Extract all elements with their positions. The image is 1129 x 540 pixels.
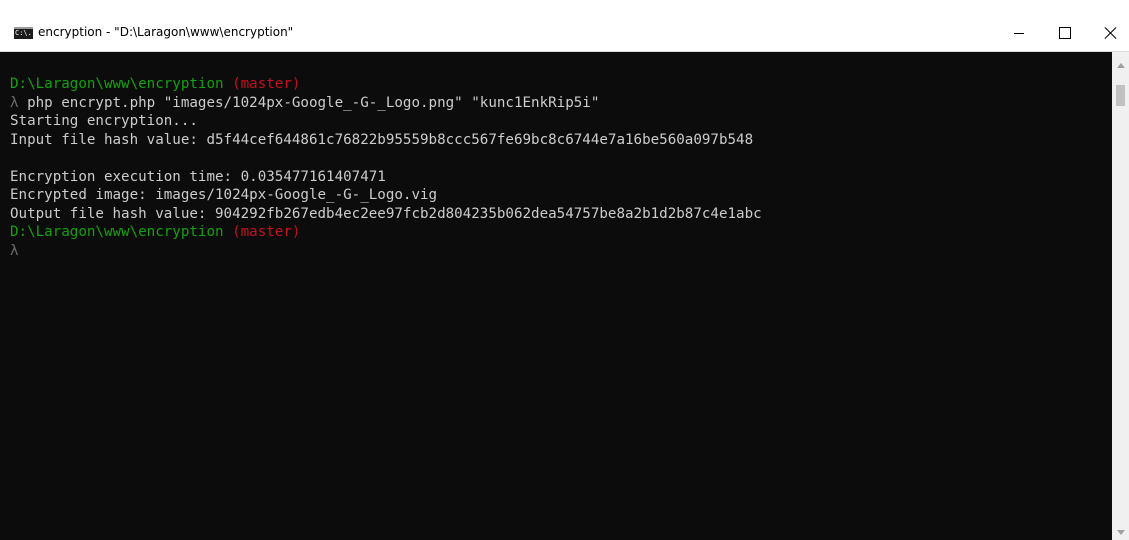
- console-text: D:\Laragon\www\encryption: [10, 76, 224, 92]
- cmd-console-icon[interactable]: C:\.: [14, 27, 33, 39]
- console-text: Encryption execution time: 0.03547716140…: [10, 168, 386, 185]
- scroll-up-arrow-icon[interactable]: [1117, 63, 1125, 68]
- console-line: Encryption execution time: 0.03547716140…: [10, 168, 1112, 187]
- console-line: D:\Laragon\www\encryption (master): [10, 223, 1112, 242]
- minimize-button[interactable]: [996, 0, 1042, 52]
- prompt-symbol: λ: [10, 94, 19, 111]
- minimize-icon: [1014, 32, 1024, 34]
- console-line: Input file hash value: d5f44cef644861c76…: [10, 131, 1112, 150]
- console-line: Encrypted image: images/1024px-Google_-G…: [10, 186, 1112, 205]
- scroll-thumb[interactable]: [1116, 85, 1125, 106]
- maximize-button[interactable]: [1042, 0, 1088, 52]
- maximize-icon: [1059, 27, 1071, 39]
- console-text: Starting encryption...: [10, 113, 198, 129]
- console-text: Encrypted image: images/1024px-Google_-G…: [10, 187, 438, 203]
- console-line: λ php encrypt.php "images/1024px-Google_…: [10, 94, 1112, 113]
- console-text: Input file hash value: d5f44cef644861c76…: [10, 131, 754, 148]
- title-bar[interactable]: C:\. encryption - "D:\Laragon\www\encryp…: [0, 0, 1129, 52]
- close-icon: [1104, 26, 1118, 40]
- console-line: λ: [10, 242, 1112, 261]
- console-text: php encrypt.php "images/1024px-Google_-G…: [18, 94, 600, 111]
- console-text: D:\Laragon\www\encryption: [10, 224, 224, 240]
- prompt-symbol: λ: [10, 242, 19, 259]
- scroll-down-arrow-icon[interactable]: [1117, 530, 1125, 535]
- console-window: C:\. encryption - "D:\Laragon\www\encryp…: [0, 0, 1129, 540]
- console-text: Output file hash value: 904292fb267edb4e…: [10, 205, 762, 222]
- console-line: Starting encryption...: [10, 112, 1112, 131]
- console-output[interactable]: D:\Laragon\www\encryption (master) λ php …: [0, 52, 1112, 540]
- vertical-scrollbar[interactable]: [1112, 52, 1129, 540]
- close-button[interactable]: [1088, 0, 1129, 52]
- window-title: encryption - "D:\Laragon\www\encryption": [38, 25, 294, 39]
- console-text: (master): [223, 76, 301, 92]
- console-line: D:\Laragon\www\encryption (master): [10, 75, 1112, 94]
- console-text: (master): [223, 224, 301, 240]
- console-line: Output file hash value: 904292fb267edb4e…: [10, 205, 1112, 224]
